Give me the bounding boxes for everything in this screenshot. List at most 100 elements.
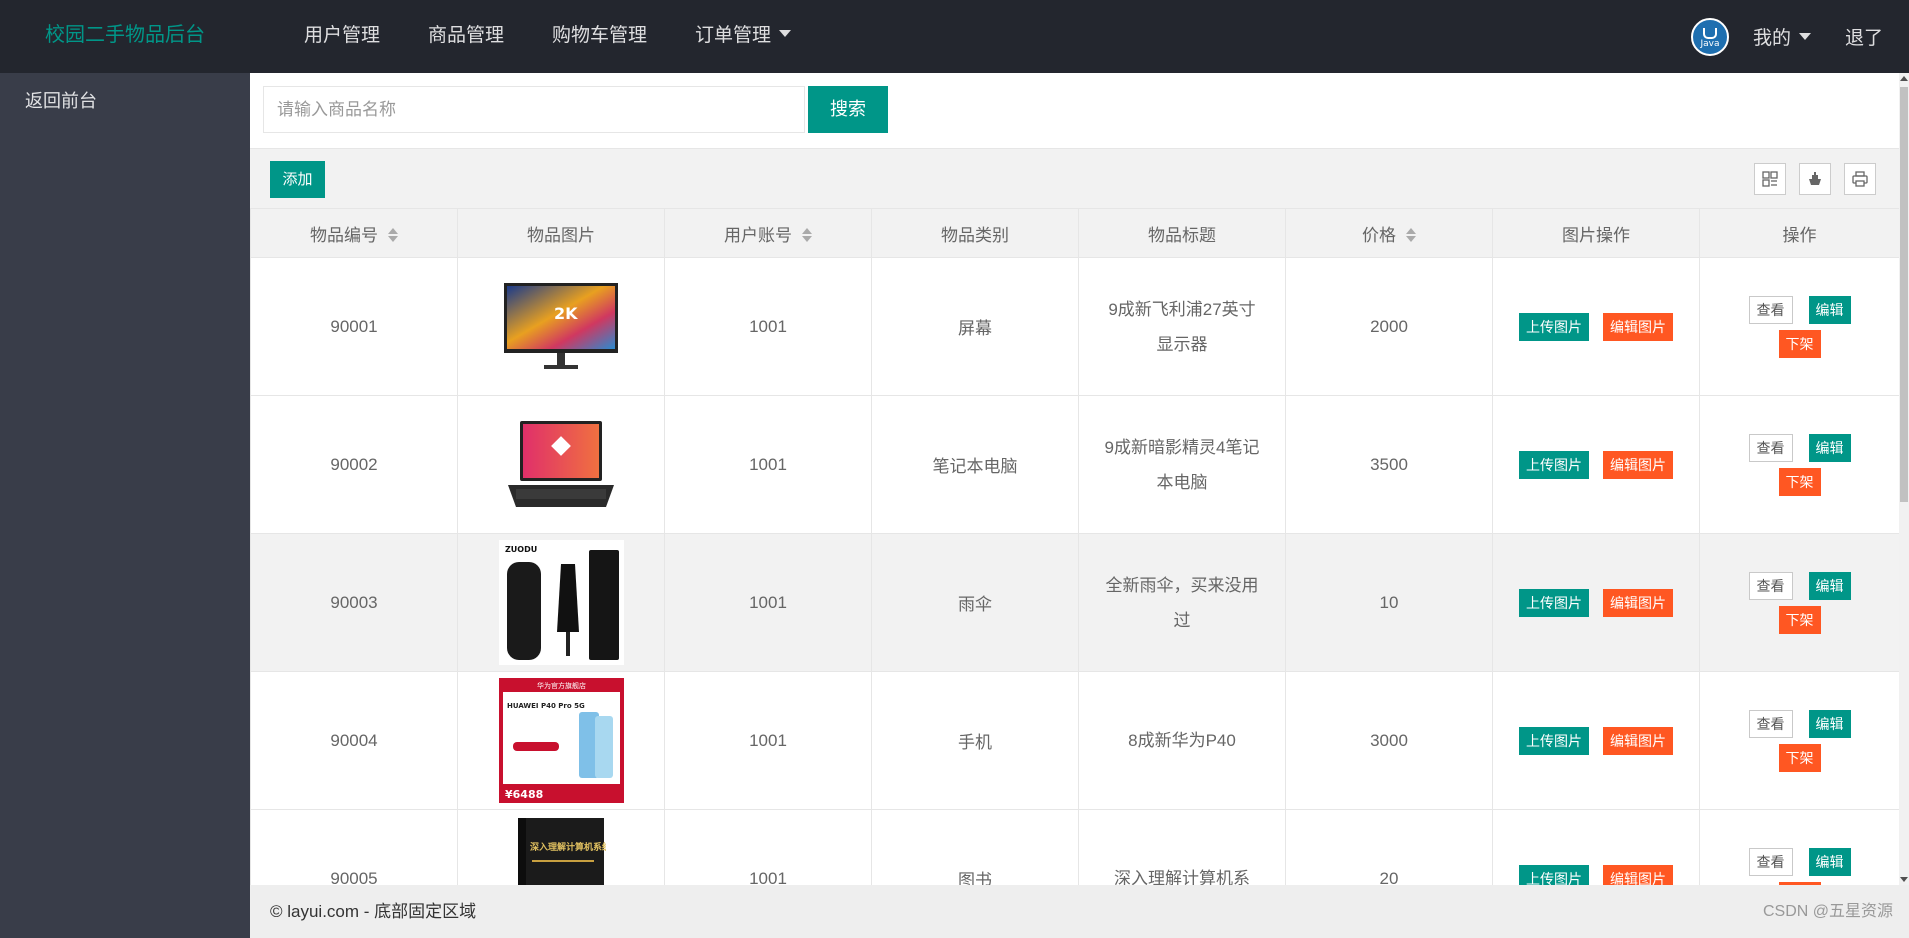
scroll-up-icon[interactable] bbox=[1900, 76, 1908, 81]
nav-cart-management[interactable]: 购物车管理 bbox=[528, 0, 671, 73]
coffee-cup-icon bbox=[1702, 28, 1717, 39]
upload-image-button[interactable]: 上传图片 bbox=[1519, 312, 1589, 341]
view-button[interactable]: 查看 bbox=[1748, 847, 1793, 876]
cell-ops: 查看编辑 下架 bbox=[1699, 533, 1899, 672]
view-button[interactable]: 查看 bbox=[1748, 571, 1793, 600]
edit-image-button[interactable]: 编辑图片 bbox=[1603, 312, 1673, 341]
nav-goods-management[interactable]: 商品管理 bbox=[404, 0, 528, 73]
sidebar-item-label: 返回前台 bbox=[25, 91, 97, 111]
export-icon[interactable] bbox=[1799, 163, 1831, 195]
sort-icon[interactable] bbox=[802, 227, 812, 243]
nav-cart-management-label: 购物车管理 bbox=[552, 25, 648, 46]
search-input[interactable] bbox=[263, 86, 805, 133]
offshelf-button[interactable]: 下架 bbox=[1778, 467, 1821, 496]
edit-image-button[interactable]: 编辑图片 bbox=[1603, 588, 1673, 617]
cell-category: 图书 bbox=[871, 809, 1079, 885]
table-row[interactable]: 90003 ZUODU 1001 雨伞 全新雨伞，买来没用过 10 上传图片 编… bbox=[250, 533, 1899, 672]
chevron-down-icon bbox=[1798, 33, 1811, 41]
edit-image-button[interactable]: 编辑图片 bbox=[1603, 726, 1673, 755]
view-button[interactable]: 查看 bbox=[1748, 433, 1793, 462]
edit-button[interactable]: 编辑 bbox=[1808, 709, 1851, 738]
cell-image-ops: 上传图片 编辑图片 bbox=[1492, 257, 1700, 396]
logout-link[interactable]: 退了 bbox=[1837, 23, 1909, 50]
table-row[interactable]: 90001 2K 1001 屏幕 9成新飞利浦27英寸显示器 2000 上传图片… bbox=[250, 257, 1899, 396]
nav-order-management-label: 订单管理 bbox=[695, 25, 772, 46]
book-image: 深入理解计算机系统 bbox=[499, 816, 624, 885]
col-header-label: 价格 bbox=[1362, 225, 1396, 245]
vertical-scrollbar[interactable] bbox=[1899, 73, 1909, 885]
cell-image: 深入理解计算机系统 bbox=[457, 809, 665, 885]
upload-image-button[interactable]: 上传图片 bbox=[1519, 450, 1589, 479]
top-nav: 用户管理 商品管理 购物车管理 订单管理 bbox=[280, 0, 815, 73]
columns-icon[interactable] bbox=[1754, 163, 1786, 195]
laptop-image bbox=[499, 402, 624, 527]
monitor-2k-text: 2K bbox=[554, 304, 578, 323]
table-row[interactable]: 90002 1001 笔记本电脑 9成新暗影精灵4笔记本电脑 3500 上传图片… bbox=[250, 395, 1899, 534]
upload-image-button[interactable]: 上传图片 bbox=[1519, 588, 1589, 617]
upload-image-button[interactable]: 上传图片 bbox=[1519, 864, 1589, 885]
col-header-label: 物品类别 bbox=[941, 225, 1009, 245]
offshelf-button[interactable]: 下架 bbox=[1778, 605, 1821, 634]
cell-image: 2K bbox=[457, 257, 665, 396]
mine-menu[interactable]: 我的 bbox=[1745, 23, 1837, 50]
view-button[interactable]: 查看 bbox=[1748, 709, 1793, 738]
col-header-label: 图片操作 bbox=[1562, 225, 1630, 245]
edit-button[interactable]: 编辑 bbox=[1808, 433, 1851, 462]
monitor-image: 2K bbox=[499, 264, 624, 389]
cell-category: 屏幕 bbox=[871, 257, 1079, 396]
nav-order-management[interactable]: 订单管理 bbox=[671, 0, 815, 73]
search-button[interactable]: 搜索 bbox=[808, 86, 888, 133]
cell-category: 手机 bbox=[871, 671, 1079, 810]
avatar[interactable]: Java bbox=[1690, 17, 1729, 56]
table-row[interactable]: 90005 深入理解计算机系统 1001 图书 深入理解计算机系 20 上传图片… bbox=[250, 809, 1899, 885]
app-logo[interactable]: 校园二手物品后台 bbox=[0, 0, 250, 73]
edit-image-button[interactable]: 编辑图片 bbox=[1603, 450, 1673, 479]
edit-button[interactable]: 编辑 bbox=[1808, 295, 1851, 324]
cell-id: 90004 bbox=[250, 671, 458, 810]
table-header-row: 物品编号 物品图片 用户账号 物品类别 物品标题 价格 图片操作 操作 bbox=[250, 208, 1899, 258]
cell-image bbox=[457, 395, 665, 534]
col-header-price[interactable]: 价格 bbox=[1285, 208, 1493, 258]
scroll-down-icon[interactable] bbox=[1900, 877, 1908, 882]
main-content: 搜索 添加 物品编号 物品图片 用户账号 物品类别 物品 bbox=[250, 73, 1899, 885]
footer: © layui.com - 底部固定区域 CSDN @五星资源 bbox=[250, 885, 1909, 938]
cell-id: 90005 bbox=[250, 809, 458, 885]
watermark: CSDN @五星资源 bbox=[1762, 903, 1893, 920]
cell-ops: 查看编辑 下架 bbox=[1699, 395, 1899, 534]
nav-user-management[interactable]: 用户管理 bbox=[280, 0, 404, 73]
col-header-id[interactable]: 物品编号 bbox=[250, 208, 458, 258]
chevron-down-icon bbox=[779, 30, 792, 38]
cell-title: 全新雨伞，买来没用过 bbox=[1078, 533, 1286, 672]
edit-button[interactable]: 编辑 bbox=[1808, 571, 1851, 600]
sort-icon[interactable] bbox=[388, 227, 398, 243]
view-button[interactable]: 查看 bbox=[1748, 295, 1793, 324]
cell-ops: 查看编辑 下架 bbox=[1699, 257, 1899, 396]
col-header-account[interactable]: 用户账号 bbox=[664, 208, 872, 258]
cell-ops: 查看编辑 下架 bbox=[1699, 809, 1899, 885]
cell-image: 华为官方旗舰店 HUAWEI P40 Pro 5G ¥6488 bbox=[457, 671, 665, 810]
edit-button[interactable]: 编辑 bbox=[1808, 847, 1851, 876]
table-row[interactable]: 90004 华为官方旗舰店 HUAWEI P40 Pro 5G ¥6488 10… bbox=[250, 671, 1899, 810]
sort-icon[interactable] bbox=[1406, 227, 1416, 243]
cell-price: 10 bbox=[1285, 533, 1493, 672]
offshelf-button[interactable]: 下架 bbox=[1778, 329, 1821, 358]
phone-image: 华为官方旗舰店 HUAWEI P40 Pro 5G ¥6488 bbox=[498, 678, 624, 803]
cell-image-ops: 上传图片 编辑图片 bbox=[1492, 533, 1700, 672]
phone-price-text: ¥6488 bbox=[505, 788, 543, 801]
cell-image-ops: 上传图片 编辑图片 bbox=[1492, 395, 1700, 534]
offshelf-button[interactable]: 下架 bbox=[1778, 743, 1821, 772]
sidebar-item-back-to-front[interactable]: 返回前台 bbox=[0, 73, 250, 129]
mine-menu-label: 我的 bbox=[1752, 28, 1791, 49]
add-button[interactable]: 添加 bbox=[270, 161, 325, 198]
cell-image-ops: 上传图片 编辑图片 bbox=[1492, 809, 1700, 885]
scrollbar-thumb[interactable] bbox=[1900, 87, 1908, 502]
cell-price: 3500 bbox=[1285, 395, 1493, 534]
cell-id: 90001 bbox=[250, 257, 458, 396]
upload-image-button[interactable]: 上传图片 bbox=[1519, 726, 1589, 755]
col-header-label: 物品编号 bbox=[310, 225, 378, 245]
cell-ops: 查看编辑 下架 bbox=[1699, 671, 1899, 810]
edit-image-button[interactable]: 编辑图片 bbox=[1603, 864, 1673, 885]
print-icon[interactable] bbox=[1844, 163, 1876, 195]
cell-price: 20 bbox=[1285, 809, 1493, 885]
cell-price: 2000 bbox=[1285, 257, 1493, 396]
